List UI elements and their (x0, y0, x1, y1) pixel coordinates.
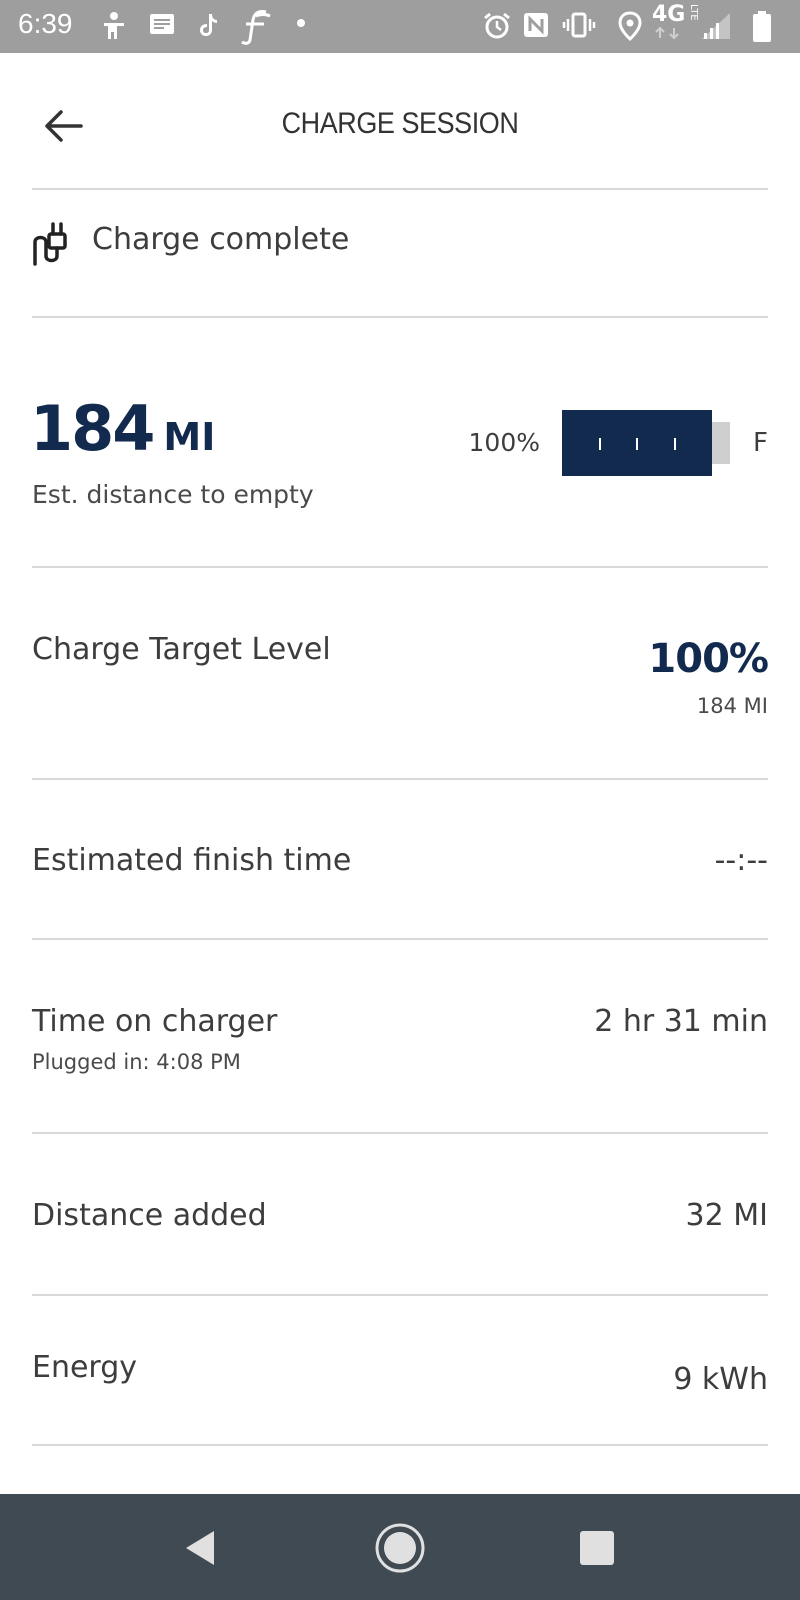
battery-tip (712, 422, 730, 464)
nav-back-icon (186, 1531, 214, 1565)
status-bar: 6:39 4G LTE (0, 0, 800, 53)
plug-icon (32, 212, 76, 268)
charge-target-value[interactable]: 100% (648, 636, 769, 682)
nav-home-icon (375, 1523, 425, 1573)
range-value: 184 MI (30, 392, 215, 465)
range-number: 184 (30, 392, 155, 465)
page-title: CHARGE SESSION (281, 107, 519, 140)
accessibility-icon (100, 11, 128, 41)
network-sub-label: LTE (688, 4, 699, 21)
divider (32, 1132, 768, 1134)
battery-tick (636, 438, 638, 450)
finish-time-label: Estimated finish time (32, 843, 352, 878)
nav-home-button[interactable] (370, 1518, 430, 1578)
time-on-charger-value: 2 hr 31 min (594, 1004, 768, 1039)
nfc-icon (522, 11, 550, 39)
network-label: 4G (652, 2, 686, 27)
charge-target-sub-value: 184 MI (696, 694, 768, 718)
divider (32, 938, 768, 940)
charge-target-label: Charge Target Level (32, 632, 331, 667)
status-time: 6:39 (18, 8, 73, 39)
divider (32, 566, 768, 568)
distance-added-label: Distance added (32, 1198, 267, 1233)
divider (32, 316, 768, 318)
plugged-in-label: Plugged in: 4:08 PM (32, 1050, 241, 1074)
finish-time-value: --:-- (714, 843, 768, 878)
battery-tick (599, 438, 601, 450)
location-icon (618, 11, 642, 41)
battery-full-label: F (753, 428, 768, 458)
message-icon (148, 11, 176, 39)
battery-gauge (562, 410, 730, 476)
energy-value: 9 kWh (673, 1362, 768, 1397)
app-header: CHARGE SESSION (0, 53, 800, 190)
range-unit: MI (163, 415, 216, 459)
alarm-icon (482, 11, 512, 41)
vibrate-icon (562, 11, 596, 39)
battery-percent: 100% (468, 428, 540, 457)
divider (32, 778, 768, 780)
time-on-charger-label: Time on charger (32, 1004, 278, 1039)
divider (32, 188, 768, 190)
nav-recents-button[interactable] (567, 1518, 627, 1578)
divider (32, 1444, 768, 1446)
notification-dot-icon (296, 18, 306, 28)
tiktok-icon (196, 11, 220, 39)
distance-added-value: 32 MI (685, 1198, 768, 1233)
system-nav-bar (0, 1494, 800, 1600)
nav-recents-icon (580, 1531, 614, 1565)
range-label: Est. distance to empty (32, 480, 314, 509)
nav-back-button[interactable] (170, 1518, 230, 1578)
divider (32, 1294, 768, 1296)
network-4g-icon: 4G (652, 4, 686, 40)
battery-icon (752, 11, 772, 43)
battery-tick (674, 438, 676, 450)
energy-label: Energy (32, 1350, 138, 1385)
app-f-icon (236, 6, 276, 46)
signal-icon (700, 11, 732, 41)
charge-status-label: Charge complete (92, 222, 350, 257)
